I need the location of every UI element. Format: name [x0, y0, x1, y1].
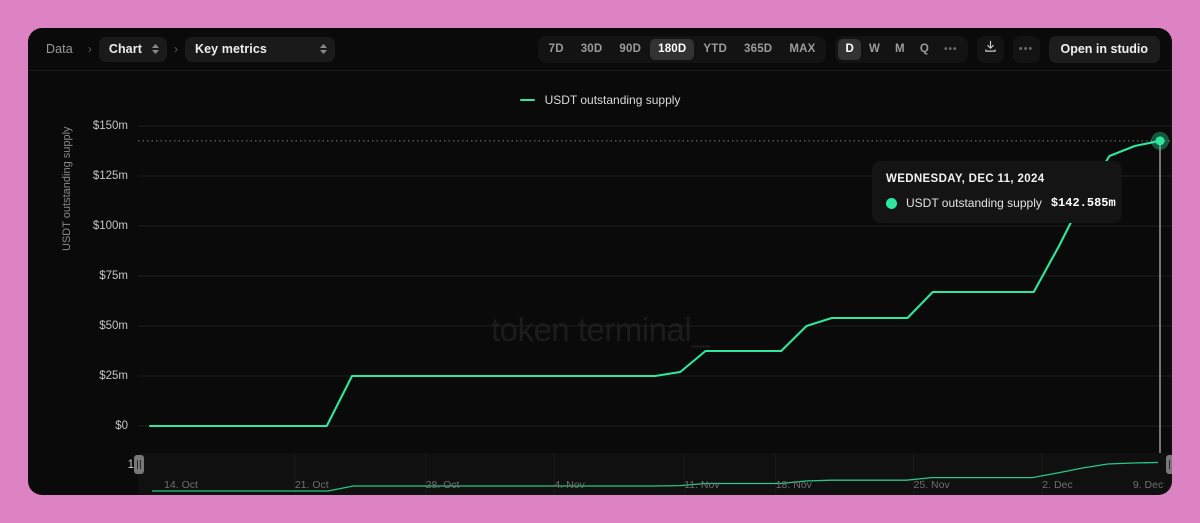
download-icon [984, 40, 997, 58]
range-btn-max[interactable]: MAX [781, 39, 823, 60]
tooltip-color-dot [886, 197, 897, 209]
highlight-point [1155, 136, 1165, 146]
metric-select[interactable]: Key metrics [184, 36, 335, 62]
breadcrumb: Data › Chart › Key metrics [38, 36, 335, 62]
range-navigator[interactable]: 14. Oct 21. Oct 28. Oct 4. Nov 11. Nov 18. No… [134, 453, 1172, 495]
chevron-up-down-icon [319, 44, 327, 54]
granularity-btn-q[interactable]: Q [913, 39, 936, 60]
range-btn-365d[interactable]: 365D [736, 39, 780, 60]
y-tick-label: $0 [115, 420, 128, 432]
range-btn-180d[interactable]: 180D [650, 38, 695, 60]
navigator-date-label: 14. Oct [164, 479, 198, 491]
y-tick-label: $25m [99, 370, 128, 382]
y-tick-label: $150m [92, 120, 128, 132]
metric-select-value: Key metrics [194, 42, 267, 56]
chevron-up-down-icon [151, 44, 159, 54]
navigator-sparkline [138, 453, 1172, 495]
y-tick-label: $50m [99, 320, 128, 332]
chart-type-select[interactable]: Chart [98, 36, 167, 62]
plot-region[interactable] [138, 71, 1172, 453]
navigator-date-label: 28. Oct [425, 479, 460, 491]
range-btn-ytd[interactable]: YTD [695, 39, 735, 60]
chart-toolbar: Data › Chart › Key metrics 7D 30D 90D 180D Y… [28, 28, 1172, 71]
granularity-btn-d[interactable]: D [838, 38, 861, 60]
ellipsis-icon: ••• [1018, 43, 1034, 55]
tooltip-value: $142.585m [1050, 196, 1116, 210]
navigator-date-label: 18. Nov [775, 479, 812, 491]
granularity-btn-[interactable]: ••• [937, 39, 965, 60]
range-btn-30d[interactable]: 30D [573, 39, 611, 60]
download-button[interactable] [976, 35, 1004, 63]
granularity-group: D W M Q ••• [835, 35, 968, 63]
chart-type-select-value: Chart [108, 42, 142, 56]
navigator-handle-right[interactable] [1166, 455, 1172, 474]
more-options-button[interactable]: ••• [1012, 35, 1040, 63]
navigator-date-label: 25. Nov [913, 479, 950, 491]
range-btn-7d[interactable]: 7D [541, 39, 572, 60]
y-tick-label: $100m [92, 220, 128, 232]
open-in-studio-button[interactable]: Open in studio [1048, 35, 1160, 63]
y-tick-label: $75m [99, 270, 128, 282]
navigator-handle-left[interactable] [134, 455, 144, 474]
granularity-btn-m[interactable]: M [888, 39, 912, 60]
chart-area: USDT outstanding supply token terminal_ … [28, 71, 1172, 495]
navigator-date-label: 9. Dec [1132, 479, 1164, 491]
tooltip-row: USDT outstanding supply $142.585m [886, 196, 1116, 210]
navigator-date-label: 2. Dec [1042, 479, 1073, 491]
open-in-studio-label: Open in studio [1060, 42, 1149, 56]
breadcrumb-root[interactable]: Data [38, 42, 81, 56]
chart-card: Data › Chart › Key metrics 7D 30D 90D 180D Y… [28, 28, 1172, 495]
line-chart-svg [138, 125, 1172, 453]
tooltip-date: WEDNESDAY, DEC 11, 2024 [886, 173, 1045, 185]
tooltip-series-name: USDT outstanding supply [906, 196, 1042, 210]
breadcrumb-separator-2: › [173, 42, 178, 56]
navigator-date-label: 4. Nov [554, 479, 585, 491]
range-btn-90d[interactable]: 90D [611, 39, 649, 60]
time-range-group: 7D 30D 90D 180D YTD 365D MAX [537, 35, 827, 63]
navigator-date-label: 21. Oct [294, 479, 329, 491]
y-tick-label: $125m [92, 170, 128, 182]
navigator-date-label: 11. Nov [684, 479, 720, 491]
breadcrumb-separator-1: › [87, 42, 92, 56]
granularity-btn-w[interactable]: W [862, 39, 887, 60]
y-axis-ticks: $0 $25m $50m $75m $100m $125m $150m [72, 71, 128, 495]
chart-tooltip: WEDNESDAY, DEC 11, 2024 USDT outstanding… [872, 161, 1122, 223]
